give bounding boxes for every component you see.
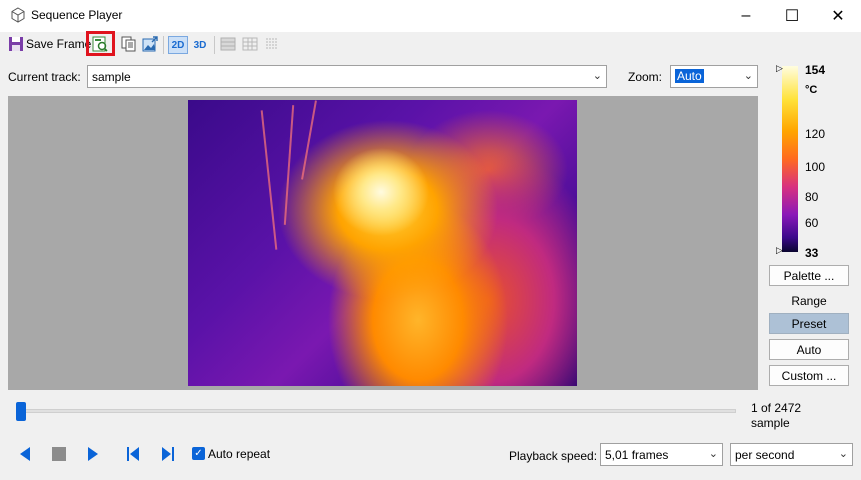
chevron-down-icon: ⌄ (592, 70, 602, 82)
frame-counter: 1 of 2472 (751, 401, 802, 415)
scale-unit-label: °C (805, 84, 818, 96)
auto-repeat-checkbox[interactable]: ✓ (192, 447, 205, 460)
save-frame-button[interactable]: Save Frame (26, 37, 91, 51)
copy-icon[interactable] (120, 35, 138, 53)
range-preset-button[interactable]: Preset (769, 313, 849, 334)
chevron-down-icon: ⌄ (708, 448, 718, 460)
playback-speed-label: Playback speed: (509, 449, 598, 463)
palette-button[interactable]: Palette ... (769, 265, 849, 286)
first-frame-icon[interactable] (124, 446, 142, 462)
play-forward-icon[interactable] (84, 446, 102, 462)
range-auto-button[interactable]: Auto (769, 339, 849, 360)
range-custom-button[interactable]: Custom ... (769, 365, 849, 386)
speed-unit-select[interactable]: per second ⌄ (730, 443, 853, 466)
3d-view-button[interactable]: 3D (190, 36, 210, 54)
app-cube-icon (10, 7, 26, 23)
toolbar-separator (214, 36, 215, 54)
layout-dots-icon[interactable] (263, 35, 281, 53)
last-frame-icon[interactable] (159, 446, 177, 462)
layout-grid-icon[interactable] (241, 35, 259, 53)
close-button[interactable]: ✕ (815, 0, 861, 32)
chevron-down-icon: ⌄ (743, 70, 753, 82)
export-image-icon[interactable] (141, 35, 159, 53)
color-scale-bar (782, 66, 798, 252)
timeline-track-name: sample (751, 416, 790, 430)
auto-repeat-label[interactable]: Auto repeat (208, 447, 270, 461)
timeline-slider-track[interactable] (16, 409, 736, 413)
current-track-select[interactable]: sample ⌄ (87, 65, 607, 88)
scale-tick-label: 60 (805, 216, 819, 230)
play-backward-icon[interactable] (16, 446, 34, 462)
scale-max-marker-icon[interactable]: ▷ (776, 63, 783, 74)
highlight-box (86, 31, 115, 56)
scale-min-marker-icon[interactable]: ▷ (776, 245, 783, 256)
speed-unit-value: per second (735, 448, 795, 462)
chevron-down-icon: ⌄ (838, 448, 848, 460)
stop-icon[interactable] (50, 446, 68, 462)
current-track-value: sample (92, 70, 131, 84)
toolbar-separator (163, 36, 164, 54)
scale-min-label: 33 (805, 246, 819, 260)
scale-tick-label: 100 (805, 160, 826, 174)
scale-max-label: 154 (805, 63, 826, 77)
layout-single-icon[interactable] (219, 35, 237, 53)
window-title: Sequence Player (31, 8, 123, 22)
scale-tick-label: 120 (805, 127, 826, 141)
current-track-label: Current track: (8, 70, 81, 84)
playback-speed-value: 5,01 frames (605, 448, 669, 462)
minimize-button[interactable]: – (723, 0, 769, 32)
zoom-select[interactable]: Auto ⌄ (670, 65, 758, 88)
playback-speed-select[interactable]: 5,01 frames ⌄ (600, 443, 723, 466)
thermal-image[interactable] (188, 100, 577, 386)
zoom-value: Auto (675, 69, 704, 83)
scale-tick-label: 80 (805, 190, 819, 204)
timeline-slider-thumb[interactable] (16, 402, 26, 421)
range-label: Range (791, 294, 827, 308)
save-icon[interactable] (7, 35, 25, 53)
zoom-label: Zoom: (628, 70, 663, 84)
2d-view-button[interactable]: 2D (168, 36, 188, 54)
maximize-button[interactable]: ☐ (769, 0, 815, 32)
